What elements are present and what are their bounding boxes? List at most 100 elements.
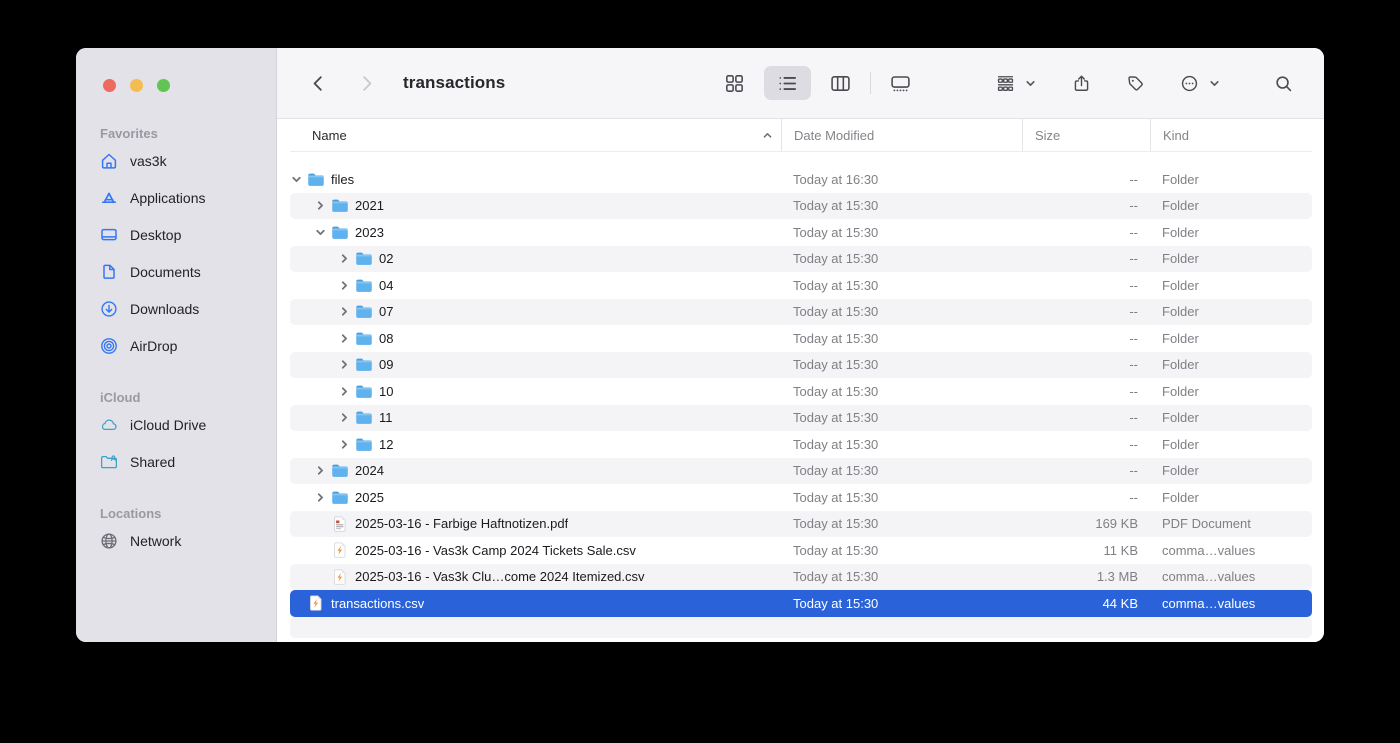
group-by-button[interactable] (990, 70, 1036, 96)
forward-button[interactable] (351, 70, 381, 96)
globe-icon (100, 532, 118, 550)
disclosure-triangle[interactable] (314, 465, 326, 476)
disclosure-triangle[interactable] (314, 227, 326, 238)
disclosure-triangle[interactable] (338, 306, 350, 317)
file-size: -- (1022, 437, 1150, 452)
file-kind: Folder (1150, 357, 1312, 372)
file-row[interactable]: 2025-03-16 - Vas3k Camp 2024 Tickets Sal… (290, 537, 1312, 564)
sidebar-item-icloud-drive[interactable]: iCloud Drive (76, 406, 276, 443)
file-row[interactable]: 11Today at 15:30--Folder (290, 405, 1312, 432)
folder-icon (354, 357, 373, 372)
sidebar-sections: Favoritesvas3kApplicationsDesktopDocumen… (76, 126, 276, 559)
date-modified: Today at 15:30 (781, 357, 1022, 372)
share-button[interactable] (1066, 70, 1096, 96)
file-kind: Folder (1150, 384, 1312, 399)
file-row[interactable]: 02Today at 15:30--Folder (290, 246, 1312, 273)
file-row[interactable]: 12Today at 15:30--Folder (290, 431, 1312, 458)
file-row[interactable]: transactions.csvToday at 15:3044 KBcomma… (290, 590, 1312, 617)
column-view-button[interactable] (817, 66, 864, 100)
disclosure-triangle[interactable] (338, 253, 350, 264)
sidebar-item-network[interactable]: Network (76, 522, 276, 559)
empty-row (290, 617, 1312, 639)
sidebar-item-label: AirDrop (130, 338, 177, 354)
list-view-button[interactable] (764, 66, 811, 100)
more-actions-button[interactable] (1174, 70, 1220, 96)
date-modified: Today at 15:30 (781, 410, 1022, 425)
sidebar-item-label: Downloads (130, 301, 199, 317)
file-kind: Folder (1150, 198, 1312, 213)
file-row[interactable]: 2024Today at 15:30--Folder (290, 458, 1312, 485)
file-size: -- (1022, 251, 1150, 266)
sidebar-item-applications[interactable]: Applications (76, 179, 276, 216)
disclosure-triangle[interactable] (338, 280, 350, 291)
file-row[interactable]: 04Today at 15:30--Folder (290, 272, 1312, 299)
file-row[interactable]: 10Today at 15:30--Folder (290, 378, 1312, 405)
toolbar: transactions (277, 48, 1324, 119)
airdrop-icon (100, 337, 118, 355)
column-name[interactable]: Name (290, 119, 781, 151)
traffic-lights (103, 79, 276, 92)
file-size: -- (1022, 463, 1150, 478)
file-row[interactable]: 09 Today at 15:30--Folder (290, 352, 1312, 379)
disclosure-triangle[interactable] (338, 412, 350, 423)
tag-button[interactable] (1120, 70, 1150, 96)
file-kind: Folder (1150, 304, 1312, 319)
view-mode-switcher (711, 66, 924, 100)
home-icon (100, 152, 118, 170)
sidebar-item-desktop[interactable]: Desktop (76, 216, 276, 253)
column-size[interactable]: Size (1022, 119, 1150, 151)
folder-icon (354, 410, 373, 425)
file-row[interactable]: 2023Today at 15:30--Folder (290, 219, 1312, 246)
date-modified: Today at 15:30 (781, 278, 1022, 293)
file-kind: Folder (1150, 463, 1312, 478)
file-row[interactable]: 08Today at 15:30--Folder (290, 325, 1312, 352)
sidebar-item-airdrop[interactable]: AirDrop (76, 327, 276, 364)
file-row[interactable]: 2021Today at 15:30--Folder (290, 193, 1312, 220)
column-date-modified[interactable]: Date Modified (781, 119, 1022, 151)
sidebar-item-documents[interactable]: Documents (76, 253, 276, 290)
disclosure-triangle[interactable] (338, 386, 350, 397)
sidebar-item-label: vas3k (130, 153, 167, 169)
file-row[interactable]: 2025-03-16 - Vas3k Clu…come 2024 Itemize… (290, 564, 1312, 591)
search-button[interactable] (1268, 70, 1298, 96)
file-row[interactable]: 07Today at 15:30--Folder (290, 299, 1312, 326)
sidebar-item-downloads[interactable]: Downloads (76, 290, 276, 327)
icon-view-button[interactable] (711, 66, 758, 100)
pdf-file-icon (330, 516, 349, 533)
file-row[interactable]: 2025-03-16 - Farbige Haftnotizen.pdf Toda… (290, 511, 1312, 538)
close-button[interactable] (103, 79, 116, 92)
file-name: 09 (379, 357, 393, 372)
date-modified: Today at 15:30 (781, 225, 1022, 240)
file-kind: Folder (1150, 251, 1312, 266)
disclosure-triangle[interactable] (314, 200, 326, 211)
file-row[interactable]: 2025Today at 15:30--Folder (290, 484, 1312, 511)
disclosure-triangle[interactable] (290, 174, 302, 185)
disclosure-triangle[interactable] (338, 439, 350, 450)
file-kind: comma…values (1150, 543, 1312, 558)
document-icon (100, 263, 118, 281)
file-kind: comma…values (1150, 596, 1312, 611)
file-size: -- (1022, 357, 1150, 372)
column-kind[interactable]: Kind (1150, 119, 1312, 151)
file-size: 1.3 MB (1022, 569, 1150, 584)
zoom-button[interactable] (157, 79, 170, 92)
file-size: -- (1022, 278, 1150, 293)
disclosure-triangle[interactable] (338, 333, 350, 344)
desktop-icon (100, 226, 118, 244)
sidebar-item-vas3k[interactable]: vas3k (76, 142, 276, 179)
file-name: 2025-03-16 - Farbige Haftnotizen.pdf (355, 516, 568, 531)
gallery-view-button[interactable] (877, 66, 924, 100)
file-name: 2021 (355, 198, 384, 213)
back-button[interactable] (303, 70, 333, 96)
file-name: 07 (379, 304, 393, 319)
minimize-button[interactable] (130, 79, 143, 92)
file-size: -- (1022, 410, 1150, 425)
file-row[interactable]: filesToday at 16:30--Folder (290, 166, 1312, 193)
sidebar-item-shared[interactable]: Shared (76, 443, 276, 480)
disclosure-triangle[interactable] (314, 492, 326, 503)
date-modified: Today at 15:30 (781, 516, 1022, 531)
column-header: Name Date Modified Size Kind (290, 119, 1312, 152)
file-kind: Folder (1150, 410, 1312, 425)
file-size: 44 KB (1022, 596, 1150, 611)
disclosure-triangle[interactable] (338, 359, 350, 370)
